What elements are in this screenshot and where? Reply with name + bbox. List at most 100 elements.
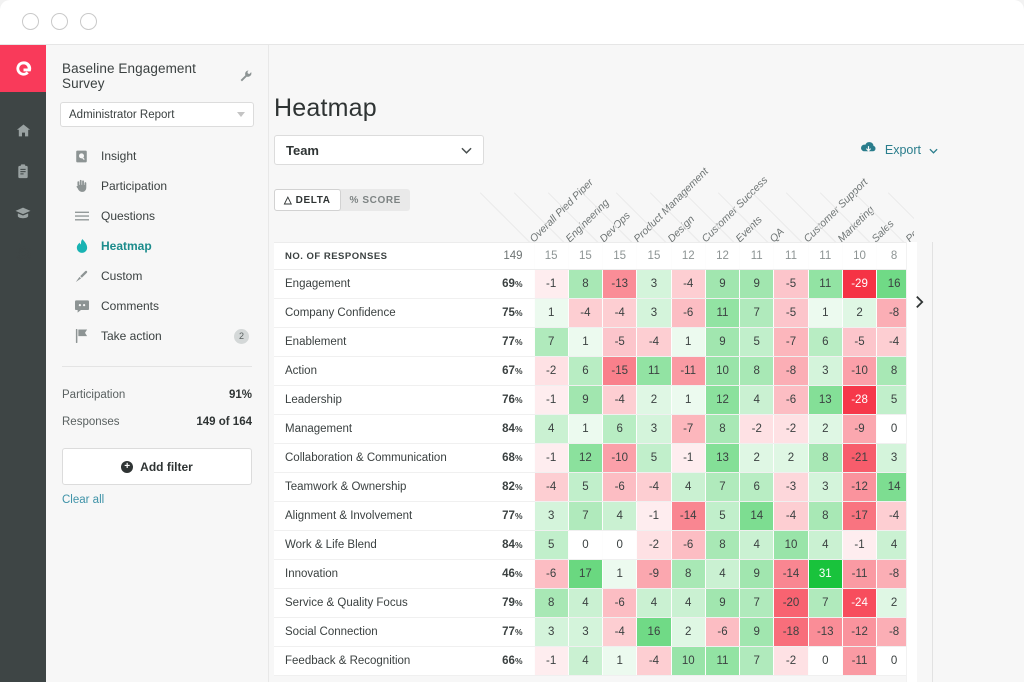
window-maximize-dot[interactable] bbox=[80, 13, 97, 30]
heatmap-cell[interactable]: 0 bbox=[603, 531, 637, 560]
heatmap-cell[interactable]: -15 bbox=[603, 357, 637, 386]
home-icon[interactable] bbox=[0, 110, 46, 151]
heatmap-cell[interactable]: -29 bbox=[842, 270, 876, 299]
column-header[interactable]: Events bbox=[734, 214, 765, 245]
heatmap-cell[interactable]: -7 bbox=[671, 415, 705, 444]
heatmap-cell[interactable]: 10 bbox=[705, 357, 739, 386]
heatmap-cell[interactable]: 7 bbox=[705, 473, 739, 502]
column-header[interactable]: Marketing bbox=[836, 204, 877, 245]
heatmap-cell[interactable]: -5 bbox=[603, 328, 637, 357]
heatmap-cell[interactable]: 9 bbox=[740, 270, 774, 299]
heatmap-cell[interactable]: 12 bbox=[705, 386, 739, 415]
heatmap-cell[interactable]: 4 bbox=[568, 647, 602, 676]
heatmap-cell[interactable]: 11 bbox=[705, 647, 739, 676]
heatmap-cell[interactable]: 7 bbox=[808, 589, 842, 618]
heatmap-cell[interactable]: -4 bbox=[603, 618, 637, 647]
heatmap-cell[interactable]: -9 bbox=[637, 560, 671, 589]
table-row[interactable]: Enablement77%71-5-4195-76-5-4 bbox=[274, 328, 911, 357]
heatmap-cell[interactable]: -4 bbox=[603, 386, 637, 415]
heatmap-cell[interactable]: -5 bbox=[774, 299, 808, 328]
heatmap-cell[interactable]: 17 bbox=[568, 560, 602, 589]
heatmap-cell[interactable]: 7 bbox=[534, 328, 568, 357]
heatmap-cell[interactable]: 6 bbox=[808, 328, 842, 357]
heatmap-cell[interactable]: 5 bbox=[534, 531, 568, 560]
heatmap-cell[interactable]: 1 bbox=[671, 386, 705, 415]
heatmap-cell[interactable]: -14 bbox=[671, 502, 705, 531]
lifebuoy-icon[interactable] bbox=[0, 233, 46, 274]
heatmap-cell[interactable]: 10 bbox=[774, 531, 808, 560]
heatmap-cell[interactable]: 3 bbox=[637, 270, 671, 299]
table-row[interactable]: Engagement69%-18-133-499-511-2916 bbox=[274, 270, 911, 299]
heatmap-cell[interactable]: -2 bbox=[740, 415, 774, 444]
heatmap-cell[interactable]: -1 bbox=[534, 444, 568, 473]
heatmap-cell[interactable]: 3 bbox=[808, 357, 842, 386]
heatmap-cell[interactable]: -1 bbox=[637, 502, 671, 531]
heatmap-cell[interactable]: -6 bbox=[534, 560, 568, 589]
heatmap-cell[interactable]: 7 bbox=[740, 589, 774, 618]
heatmap-cell[interactable]: 6 bbox=[603, 415, 637, 444]
table-row[interactable]: Management84%4163-78-2-22-90 bbox=[274, 415, 911, 444]
heatmap-cell[interactable]: 1 bbox=[534, 299, 568, 328]
heatmap-cell[interactable]: 2 bbox=[740, 444, 774, 473]
table-row[interactable]: Innovation46%-6171-9849-1431-11-8 bbox=[274, 560, 911, 589]
culture-amp-logo-icon[interactable] bbox=[0, 45, 46, 92]
heatmap-cell[interactable]: 8 bbox=[705, 531, 739, 560]
heatmap-cell[interactable]: 6 bbox=[740, 473, 774, 502]
heatmap-cell[interactable]: 11 bbox=[637, 357, 671, 386]
heatmap-cell[interactable]: 10 bbox=[671, 647, 705, 676]
heatmap-cell[interactable]: 5 bbox=[637, 444, 671, 473]
graduation-cap-icon[interactable] bbox=[0, 192, 46, 233]
heatmap-cell[interactable]: 8 bbox=[671, 560, 705, 589]
table-row[interactable]: Alignment & Involvement77%374-1-14514-48… bbox=[274, 502, 911, 531]
heatmap-cell[interactable]: -1 bbox=[842, 531, 876, 560]
heatmap-cell[interactable]: 3 bbox=[534, 502, 568, 531]
table-row[interactable]: Service & Quality Focus79%84-64497-207-2… bbox=[274, 589, 911, 618]
heatmap-cell[interactable]: -13 bbox=[603, 270, 637, 299]
heatmap-cell[interactable]: -2 bbox=[637, 531, 671, 560]
column-header[interactable]: People and Culture bbox=[904, 173, 914, 245]
sidebar-item-participation[interactable]: Participation bbox=[46, 171, 268, 201]
heatmap-cell[interactable]: 12 bbox=[568, 444, 602, 473]
heatmap-cell[interactable]: -6 bbox=[671, 531, 705, 560]
heatmap-cell[interactable]: -8 bbox=[774, 357, 808, 386]
column-header[interactable]: DevOps bbox=[598, 210, 633, 245]
heatmap-cell[interactable]: 8 bbox=[740, 357, 774, 386]
report-select[interactable]: Administrator Report bbox=[60, 102, 254, 127]
heatmap-cell[interactable]: -5 bbox=[774, 270, 808, 299]
heatmap-cell[interactable]: -9 bbox=[842, 415, 876, 444]
column-header[interactable]: Product Management bbox=[632, 166, 711, 245]
heatmap-cell[interactable]: 4 bbox=[603, 502, 637, 531]
table-row[interactable]: Collaboration & Communication68%-112-105… bbox=[274, 444, 911, 473]
heatmap-cell[interactable]: 8 bbox=[705, 415, 739, 444]
heatmap-cell[interactable]: 1 bbox=[671, 328, 705, 357]
heatmap-cell[interactable]: -4 bbox=[637, 328, 671, 357]
export-button[interactable]: Export bbox=[860, 141, 938, 159]
heatmap-cell[interactable]: 9 bbox=[740, 618, 774, 647]
heatmap-cell[interactable]: 4 bbox=[671, 473, 705, 502]
heatmap-cell[interactable]: 4 bbox=[808, 531, 842, 560]
heatmap-cell[interactable]: -4 bbox=[774, 502, 808, 531]
heatmap-cell[interactable]: 11 bbox=[705, 299, 739, 328]
heatmap-cell[interactable]: -4 bbox=[534, 473, 568, 502]
heatmap-cell[interactable]: 7 bbox=[740, 647, 774, 676]
window-minimize-dot[interactable] bbox=[51, 13, 68, 30]
heatmap-cell[interactable]: -4 bbox=[671, 270, 705, 299]
heatmap-cell[interactable]: -12 bbox=[842, 618, 876, 647]
table-row[interactable]: Social Connection77%33-4162-69-18-13-12-… bbox=[274, 618, 911, 647]
heatmap-cell[interactable]: 13 bbox=[808, 386, 842, 415]
heatmap-cell[interactable]: -6 bbox=[774, 386, 808, 415]
group-by-select[interactable]: Team bbox=[274, 135, 484, 165]
heatmap-cell[interactable]: -10 bbox=[603, 444, 637, 473]
table-row[interactable]: Teamwork & Ownership82%-45-6-4476-33-121… bbox=[274, 473, 911, 502]
heatmap-cell[interactable]: 2 bbox=[671, 618, 705, 647]
heatmap-cell[interactable]: 3 bbox=[568, 618, 602, 647]
sidebar-item-questions[interactable]: Questions bbox=[46, 201, 268, 231]
heatmap-cell[interactable]: 2 bbox=[637, 386, 671, 415]
sidebar-item-heatmap[interactable]: Heatmap bbox=[46, 231, 268, 261]
heatmap-cell[interactable]: 9 bbox=[568, 386, 602, 415]
heatmap-cell[interactable]: 3 bbox=[534, 618, 568, 647]
heatmap-cell[interactable]: -6 bbox=[671, 299, 705, 328]
add-filter-button[interactable]: + Add filter bbox=[62, 448, 252, 485]
heatmap-cell[interactable]: -4 bbox=[637, 473, 671, 502]
heatmap-cell[interactable]: 13 bbox=[705, 444, 739, 473]
